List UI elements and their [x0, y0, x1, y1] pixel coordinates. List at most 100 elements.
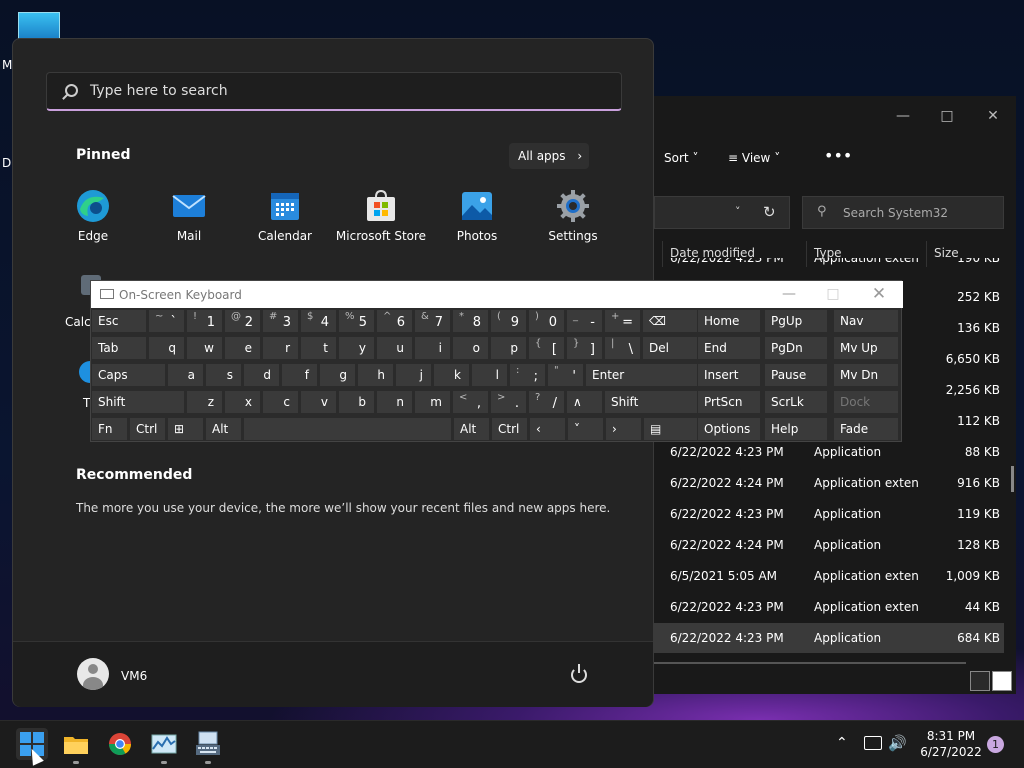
- volume-icon[interactable]: 🔊: [888, 734, 907, 752]
- osk-maximize-button[interactable]: □: [813, 281, 853, 308]
- mvdn-key[interactable]: Mv Dn: [833, 363, 899, 387]
- tab-key[interactable]: Tab: [91, 336, 147, 360]
- 5-key[interactable]: % 5: [338, 309, 375, 333]
- end-key[interactable]: End: [697, 336, 761, 360]
- backslash-key[interactable]: | \: [604, 336, 641, 360]
- file-row[interactable]: 6/22/2022 4:23 PM Application 119 KB: [654, 499, 1004, 529]
- fn-key[interactable]: Fn: [91, 417, 128, 441]
- s-key[interactable]: s: [205, 363, 242, 387]
- avatar[interactable]: [77, 658, 109, 690]
- minimize-button[interactable]: —: [888, 104, 918, 128]
- pinned-mail[interactable]: Mail: [141, 189, 237, 249]
- g-key[interactable]: g: [319, 363, 356, 387]
- pgup-key[interactable]: PgUp: [764, 309, 828, 333]
- windows-key[interactable]: ⊞: [167, 417, 204, 441]
- c-key[interactable]: c: [262, 390, 299, 414]
- file-row[interactable]: 6/22/2022 4:24 PM Application exten... 916…: [654, 468, 1004, 498]
- 0-key[interactable]: ) 0: [528, 309, 565, 333]
- semicolon-key[interactable]: :;: [509, 363, 546, 387]
- 3-key[interactable]: #3: [262, 309, 299, 333]
- dock-key[interactable]: Dock: [833, 390, 899, 414]
- address-bar[interactable]: ˅ ↻: [654, 196, 790, 229]
- p-key[interactable]: p: [490, 336, 527, 360]
- file-row[interactable]: 6/22/2022 4:24 PM Application 128 KB: [654, 530, 1004, 560]
- file-row[interactable]: 6/22/2022 4:23 PM Application 684 KB: [654, 623, 1004, 653]
- h-key[interactable]: h: [357, 363, 394, 387]
- slash-key[interactable]: ? /: [528, 390, 565, 414]
- scrlk-key[interactable]: ScrLk: [764, 390, 828, 414]
- options-key[interactable]: Options: [697, 417, 761, 441]
- equals-key[interactable]: + =: [604, 309, 641, 333]
- task-manager-taskbar-button[interactable]: [148, 728, 180, 760]
- osk-taskbar-button[interactable]: [192, 728, 224, 760]
- right-shift-key[interactable]: Shift: [604, 390, 706, 414]
- 8-key[interactable]: * 8: [452, 309, 489, 333]
- period-key[interactable]: >.: [490, 390, 527, 414]
- network-icon[interactable]: [864, 736, 882, 750]
- chevron-up-icon[interactable]: ⌃: [836, 735, 848, 751]
- d-key[interactable]: d: [243, 363, 280, 387]
- all-apps-button[interactable]: All apps ›: [509, 143, 589, 169]
- tiles-view-button[interactable]: [992, 671, 1012, 691]
- user-name[interactable]: VM6: [121, 669, 147, 683]
- f-key[interactable]: f: [281, 363, 318, 387]
- 2-key[interactable]: @2: [224, 309, 261, 333]
- explorer-search-input[interactable]: ⚲ Search System32: [802, 196, 1004, 229]
- minus-key[interactable]: _ -: [566, 309, 603, 333]
- horizontal-scrollbar[interactable]: [654, 662, 966, 664]
- left-shift-key[interactable]: Shift: [91, 390, 185, 414]
- pinned-store[interactable]: Microsoft Store: [333, 189, 429, 249]
- 9-key[interactable]: (9: [490, 309, 527, 333]
- comma-key[interactable]: <,: [452, 390, 489, 414]
- k-key[interactable]: k: [433, 363, 470, 387]
- y-key[interactable]: y: [338, 336, 375, 360]
- z-key[interactable]: z: [186, 390, 223, 414]
- backtick-key[interactable]: ~ `: [148, 309, 185, 333]
- up-arrow-key[interactable]: ∧: [566, 390, 603, 414]
- desktop-icon[interactable]: [18, 12, 60, 40]
- more-options-button[interactable]: •••: [824, 146, 852, 165]
- pause-key[interactable]: Pause: [764, 363, 828, 387]
- pinned-edge[interactable]: Edge: [45, 189, 141, 249]
- mvup-key[interactable]: Mv Up: [833, 336, 899, 360]
- enter-key[interactable]: Enter: [585, 363, 706, 387]
- left-alt-key[interactable]: Alt: [205, 417, 242, 441]
- 7-key[interactable]: & 7: [414, 309, 451, 333]
- clock-date[interactable]: 6/27/2022: [918, 745, 984, 759]
- prtscn-key[interactable]: PrtScn: [697, 390, 761, 414]
- notification-badge[interactable]: 1: [987, 736, 1004, 753]
- a-key[interactable]: a: [167, 363, 204, 387]
- e-key[interactable]: e: [224, 336, 261, 360]
- clock-time[interactable]: 8:31 PM: [918, 729, 984, 743]
- file-row[interactable]: 6/5/2021 5:05 AM Application exten... 1,00…: [654, 561, 1004, 591]
- fade-key[interactable]: Fade: [833, 417, 899, 441]
- sort-button[interactable]: Sort ˅: [664, 151, 698, 165]
- j-key[interactable]: j: [395, 363, 432, 387]
- file-row[interactable]: 6/22/2022 4:23 PM Application exten... 190…: [654, 258, 1004, 272]
- n-key[interactable]: n: [376, 390, 413, 414]
- t-key[interactable]: t: [300, 336, 337, 360]
- home-key[interactable]: Home: [697, 309, 761, 333]
- b-key[interactable]: b: [338, 390, 375, 414]
- pinned-settings[interactable]: Settings: [525, 189, 621, 249]
- refresh-icon[interactable]: ↻: [763, 203, 776, 221]
- quote-key[interactable]: " ': [547, 363, 584, 387]
- right-ctrl-key[interactable]: Ctrl: [491, 417, 528, 441]
- u-key[interactable]: u: [376, 336, 413, 360]
- m-key[interactable]: m: [414, 390, 451, 414]
- insert-key[interactable]: Insert: [697, 363, 761, 387]
- pgdn-key[interactable]: PgDn: [764, 336, 828, 360]
- i-key[interactable]: i: [414, 336, 451, 360]
- 4-key[interactable]: $4: [300, 309, 337, 333]
- left-ctrl-key[interactable]: Ctrl: [129, 417, 166, 441]
- nav-key[interactable]: Nav: [833, 309, 899, 333]
- help-key[interactable]: Help: [764, 417, 828, 441]
- view-button[interactable]: ≡ View ˅: [728, 151, 780, 165]
- file-explorer-taskbar-button[interactable]: [60, 728, 92, 760]
- r-key[interactable]: r: [262, 336, 299, 360]
- space-key[interactable]: [243, 417, 452, 441]
- close-button[interactable]: ✕: [978, 104, 1008, 128]
- scrollbar-thumb[interactable]: [1011, 466, 1014, 492]
- left-arrow-key[interactable]: ‹: [529, 417, 566, 441]
- x-key[interactable]: x: [224, 390, 261, 414]
